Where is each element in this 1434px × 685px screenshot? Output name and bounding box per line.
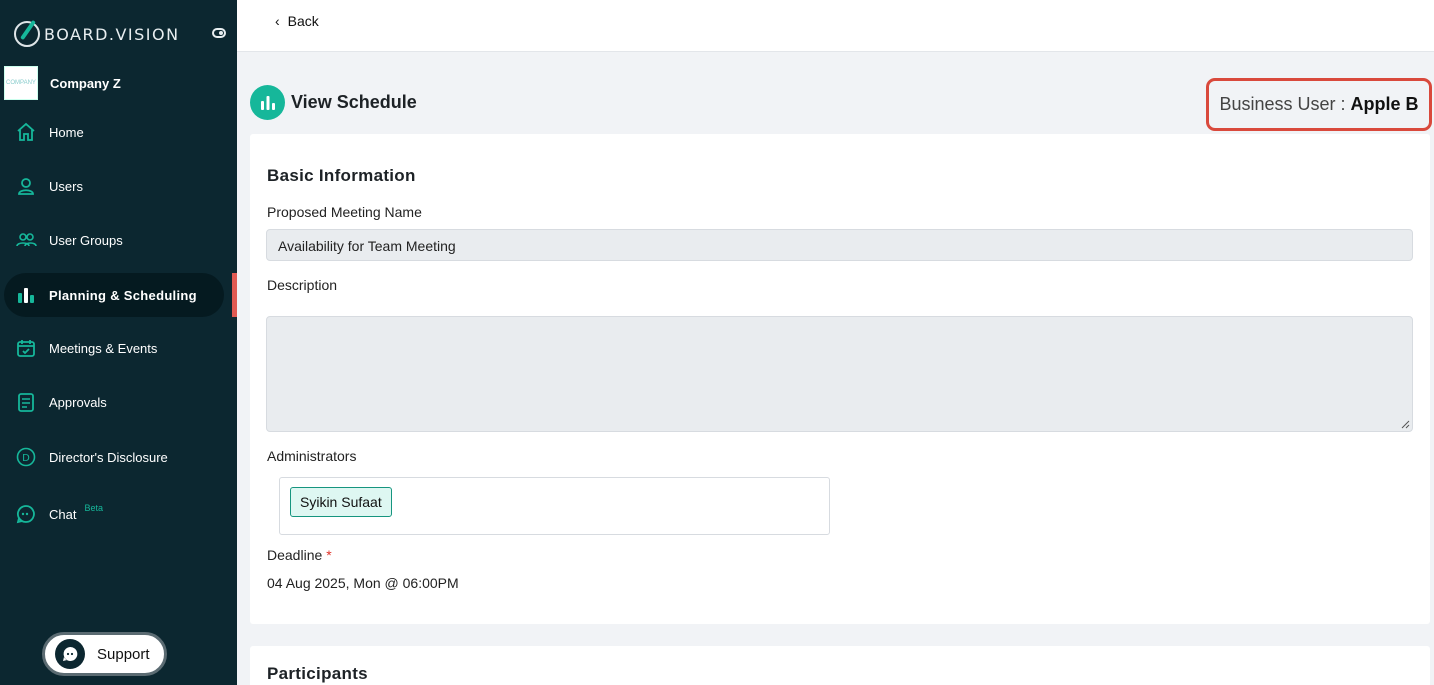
page-header: View Schedule [250,85,417,120]
basic-information-card: Basic Information Proposed Meeting Name … [250,134,1430,624]
business-user-prefix: Business User : [1219,94,1346,114]
company-logo: COMPANY [4,66,38,100]
sidebar-toggle-icon[interactable] [212,28,226,38]
user-group-icon [15,229,37,251]
support-label: Support [97,645,150,663]
deadline-label: Deadline [267,547,323,563]
sidebar-item-home[interactable]: Home [4,110,224,154]
sidebar-item-planning-scheduling[interactable]: Planning & Scheduling [4,273,224,317]
deadline-label-row: Deadline * [267,547,332,563]
sidebar: BOARD.VISION COMPANY Company Z Home User… [0,0,237,685]
description-field[interactable] [266,316,1413,432]
user-icon [15,175,37,197]
sidebar-item-label: Users [49,178,83,194]
sidebar-item-label: Meetings & Events [49,340,158,356]
administrator-chip[interactable]: Syikin Sufaat [290,487,392,517]
company-name: Company Z [50,75,121,91]
brand-logo-icon [14,21,40,47]
top-bar: ‹ Back [237,0,1434,52]
sidebar-item-users[interactable]: Users [4,164,224,208]
administrators-label: Administrators [267,448,357,464]
sidebar-item-label: Director's Disclosure [49,449,168,465]
schedule-bar-chart-icon [250,85,285,120]
beta-badge: Beta [84,503,103,513]
support-chat-icon [55,639,85,669]
sidebar-item-label: Planning & Scheduling [49,287,197,303]
support-button[interactable]: Support [42,632,167,676]
section-title: Basic Information [267,166,416,185]
required-mark: * [326,547,332,563]
sidebar-item-directors-disclosure[interactable]: D Director's Disclosure [4,435,224,479]
sidebar-item-label: Approvals [49,394,107,410]
administrators-field[interactable]: Syikin Sufaat [279,477,830,535]
home-icon [15,121,37,143]
sidebar-item-label: Chat [49,506,77,522]
sidebar-item-label: Home [49,124,84,140]
business-user-indicator: Business User : Apple B [1206,78,1432,131]
back-button[interactable]: ‹ Back [275,13,319,29]
active-indicator [232,273,237,317]
sidebar-item-meetings-events[interactable]: Meetings & Events [4,326,224,370]
calendar-check-icon [15,337,37,359]
company-switcher[interactable]: COMPANY Company Z [4,66,121,100]
resize-grip-icon[interactable] [1401,420,1410,429]
d-circle-icon: D [15,446,37,468]
brand-logo[interactable]: BOARD.VISION [14,20,226,48]
section-title: Participants [267,664,368,683]
sidebar-item-user-groups[interactable]: User Groups [4,218,224,262]
svg-text:D: D [22,453,30,464]
business-user-name: Apple B [1350,94,1419,114]
chat-icon [15,503,37,525]
sidebar-item-chat[interactable]: Chat Beta [4,492,224,536]
page-title: View Schedule [291,92,417,112]
brand-name: BOARD.VISION [44,24,180,44]
back-label: Back [287,13,319,29]
sidebar-item-label: User Groups [49,232,123,248]
document-icon [15,391,37,413]
description-label: Description [267,277,338,293]
meeting-name-label: Proposed Meeting Name [267,204,422,220]
chevron-left-icon: ‹ [275,13,280,29]
deadline-value: 04 Aug 2025, Mon @ 06:00PM [267,575,459,591]
participants-card: Participants [250,646,1430,685]
meeting-name-field[interactable]: Availability for Team Meeting [266,229,1413,261]
bar-chart-icon [15,284,37,306]
sidebar-item-approvals[interactable]: Approvals [4,380,224,424]
